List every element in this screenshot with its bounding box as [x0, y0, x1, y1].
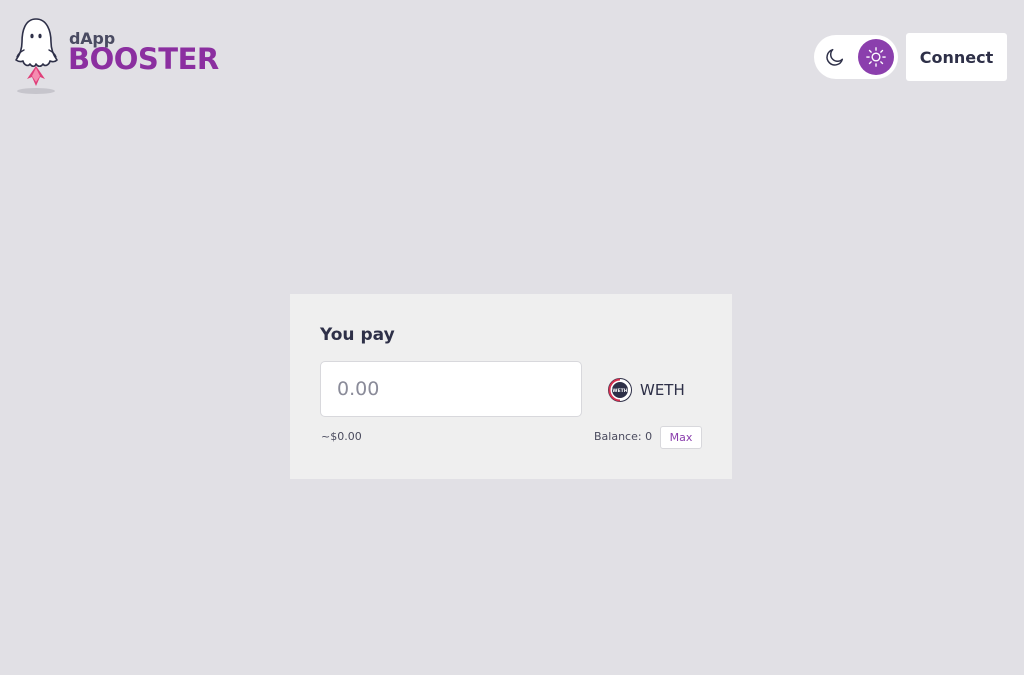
balance-text: Balance: 0 [594, 430, 653, 443]
connect-button[interactable]: Connect [906, 33, 1007, 81]
token-symbol: WETH [640, 381, 685, 399]
usd-value: ~$0.00 [321, 430, 362, 443]
swap-card: You pay WETH WETH ~$0.00 Balance: 0 Max [290, 294, 732, 479]
moon-icon [826, 48, 844, 66]
logo-big-text: BOOSTER [68, 42, 219, 76]
theme-toggle [814, 35, 898, 79]
card-title: You pay [320, 325, 395, 345]
token-selector[interactable]: WETH WETH [608, 374, 685, 406]
logo[interactable]: dApp BOOSTER [14, 16, 219, 98]
dark-mode-button[interactable] [817, 39, 853, 75]
max-button[interactable]: Max [660, 426, 702, 449]
amount-input[interactable] [320, 361, 582, 417]
svg-text:WETH: WETH [612, 388, 627, 394]
header: dApp BOOSTER Connect [0, 0, 1024, 110]
weth-token-icon: WETH [608, 378, 632, 402]
ghost-rocket-logo-icon [15, 18, 58, 94]
light-mode-button[interactable] [858, 39, 894, 75]
sun-icon [866, 47, 886, 67]
